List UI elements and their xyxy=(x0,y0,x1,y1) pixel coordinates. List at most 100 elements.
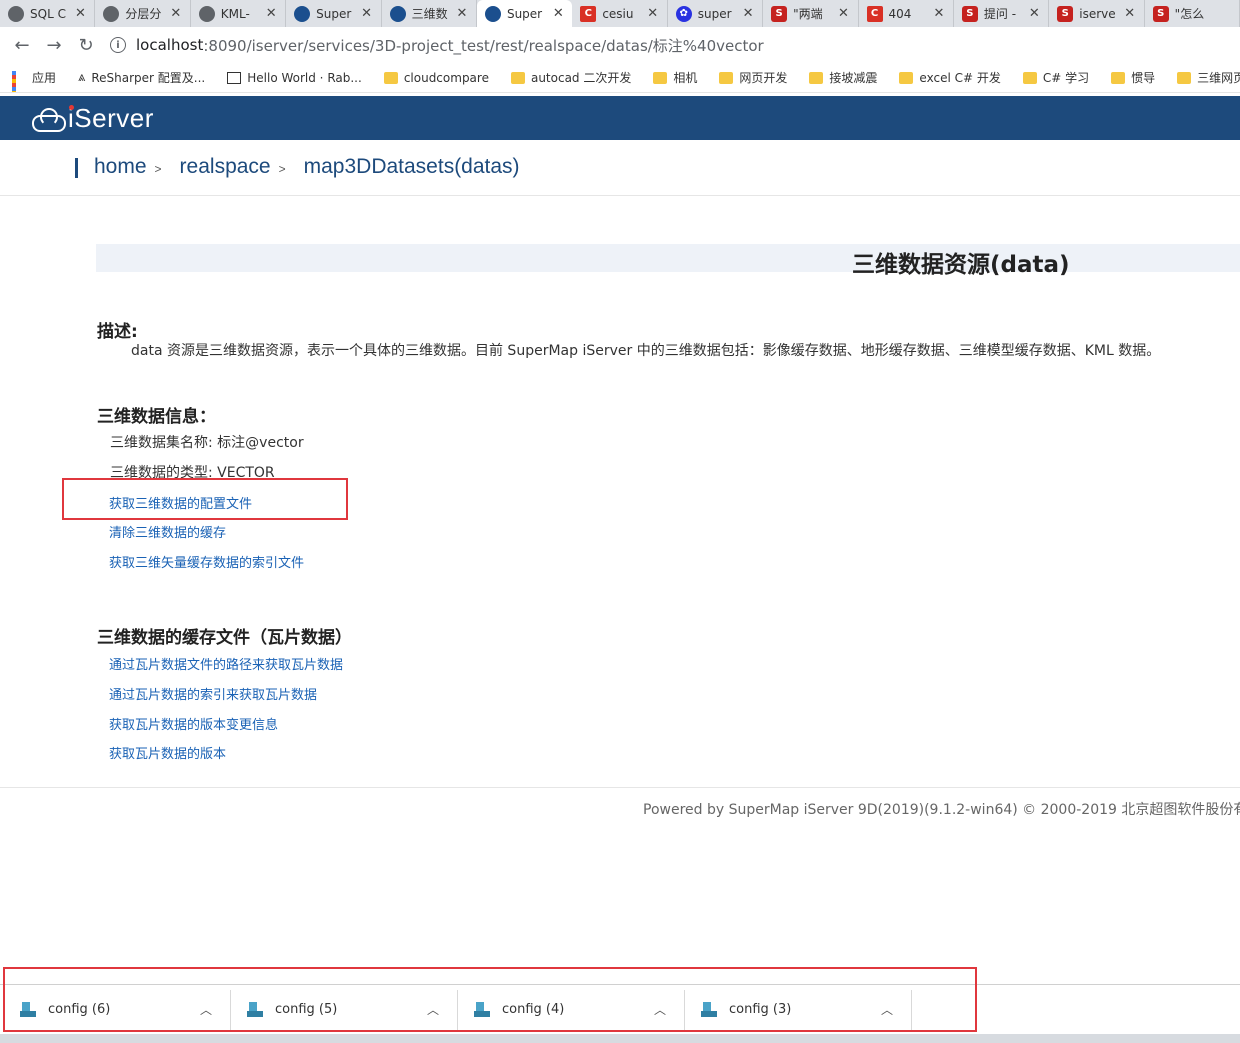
breadcrumb-marker xyxy=(75,158,78,178)
tab-title: "怎么 xyxy=(1174,7,1205,21)
browser-tab[interactable]: Siserve ✕ xyxy=(1049,0,1145,27)
folder-icon xyxy=(383,71,398,84)
reload-button[interactable]: ↻ xyxy=(70,29,102,61)
browser-tab[interactable]: C 404 ✕ xyxy=(859,0,954,27)
iserver-favicon-icon xyxy=(484,5,501,22)
browser-tab[interactable]: S "两端 ✕ xyxy=(763,0,859,27)
folder-icon xyxy=(899,71,914,84)
browser-tab[interactable]: SQL C ✕ xyxy=(0,0,96,27)
tile-by-path-link[interactable]: 通过瓦片数据文件的路径来获取瓦片数据 xyxy=(109,654,343,673)
reload-icon: ↻ xyxy=(78,34,94,56)
iserver-favicon-icon xyxy=(294,5,311,22)
bookmark-folder[interactable]: 惯导 xyxy=(1111,69,1155,86)
bookmark-folder[interactable]: 相机 xyxy=(653,69,697,86)
book-icon xyxy=(227,71,242,84)
resharper-icon: ⩓ xyxy=(78,70,86,85)
globe-icon xyxy=(103,5,120,22)
browser-toolbar: ← → ↻ i localhost:8090/iserver/services/… xyxy=(0,27,1240,63)
bookmark-label: 惯导 xyxy=(1131,71,1156,85)
browser-tab[interactable]: Ccesiu ✕ xyxy=(572,0,668,27)
browser-tab[interactable]: Super ✕ xyxy=(286,0,382,27)
tab-title: KML- xyxy=(220,6,250,21)
bookmark-label: ReSharper 配置及... xyxy=(91,71,206,85)
bookmark-folder[interactable]: 网页开发 xyxy=(719,69,787,86)
back-button[interactable]: ← xyxy=(6,29,38,61)
bookmark-folder[interactable]: autocad 二次开发 xyxy=(510,69,631,86)
breadcrumb-home[interactable]: home xyxy=(94,155,147,179)
breadcrumb: home > realspace > map3DDatasets(datas) xyxy=(94,155,520,179)
tile-by-index-link[interactable]: 通过瓦片数据的索引来获取瓦片数据 xyxy=(109,684,317,703)
bookmark-folder[interactable]: excel C# 开发 xyxy=(899,69,1001,86)
get-index-file-link[interactable]: 获取三维矢量缓存数据的索引文件 xyxy=(109,552,304,571)
clear-cache-link[interactable]: 清除三维数据的缓存 xyxy=(109,522,226,541)
bookmark-label: 三维网页 xyxy=(1197,71,1240,85)
highlight-annotation-box xyxy=(62,478,348,520)
breadcrumb-separator: > xyxy=(278,162,286,176)
close-icon[interactable]: ✕ xyxy=(1026,6,1042,21)
forward-button[interactable]: → xyxy=(38,29,70,61)
info-icon[interactable]: i xyxy=(110,37,126,53)
bookmark-apps[interactable]: 应用 xyxy=(12,69,57,92)
close-icon[interactable]: ✕ xyxy=(1122,6,1138,21)
cache-heading: 三维数据的缓存文件（瓦片数据） xyxy=(97,628,352,648)
close-icon[interactable]: ✕ xyxy=(454,6,470,21)
close-icon[interactable]: ✕ xyxy=(836,6,852,21)
close-icon[interactable]: ✕ xyxy=(359,6,375,21)
os-taskbar xyxy=(0,1034,1240,1043)
tab-title: Super xyxy=(506,6,543,21)
browser-tab-active[interactable]: Super ✕ xyxy=(476,0,573,27)
cloud-logo-icon xyxy=(30,107,66,132)
iserver-header: iServer xyxy=(0,96,1240,140)
bookmark-folder[interactable]: cloudcompare xyxy=(383,71,489,85)
s-favicon-icon: S xyxy=(1057,5,1074,22)
bookmark-label: 相机 xyxy=(673,71,698,85)
bookmark-label: 应用 xyxy=(32,71,57,85)
globe-icon xyxy=(198,5,215,22)
folder-icon xyxy=(510,71,525,84)
highlight-annotation-box xyxy=(3,967,977,1032)
close-icon[interactable]: ✕ xyxy=(72,6,88,21)
tab-title: cesiu xyxy=(602,6,634,21)
browser-tab[interactable]: S "怎么 xyxy=(1145,0,1240,27)
tile-version-link[interactable]: 获取瓦片数据的版本 xyxy=(109,743,226,762)
close-icon[interactable]: ✕ xyxy=(263,6,279,21)
s-favicon-icon: S xyxy=(771,5,788,22)
csdn-favicon-icon: C xyxy=(580,5,597,22)
tile-version-changes-link[interactable]: 获取瓦片数据的版本变更信息 xyxy=(109,714,278,733)
close-icon[interactable]: ✕ xyxy=(931,6,947,21)
bookmark-folder[interactable]: C# 学习 xyxy=(1022,69,1089,86)
browser-tab-strip: SQL C ✕ 分层分 ✕ KML- ✕ Super ✕ 三维数 ✕ Super ✕ Cce… xyxy=(0,0,1240,27)
browser-tab[interactable]: ✿ super ✕ xyxy=(668,0,764,27)
close-icon[interactable]: ✕ xyxy=(740,6,756,21)
folder-icon xyxy=(719,71,734,84)
browser-tab[interactable]: KML- ✕ xyxy=(191,0,287,27)
folder-icon xyxy=(1177,71,1192,84)
browser-tab[interactable]: 分层分 ✕ xyxy=(95,0,191,27)
browser-tab[interactable]: S 提问 - ✕ xyxy=(954,0,1050,27)
breadcrumb-realspace[interactable]: realspace xyxy=(180,155,271,179)
bookmark-resharper[interactable]: ⩓ ReSharper 配置及... xyxy=(78,69,205,86)
browser-tab[interactable]: 三维数 ✕ xyxy=(382,0,477,27)
description-heading: 描述: xyxy=(97,322,138,342)
close-icon[interactable]: ✕ xyxy=(645,6,661,21)
tab-title: iserve xyxy=(1079,6,1116,21)
url-path: :8090/iserver/services/3D-project_test/r… xyxy=(203,36,764,55)
bookmark-folder[interactable]: 三维网页 xyxy=(1177,69,1240,86)
breadcrumb-bar: home > realspace > map3DDatasets(datas) xyxy=(0,140,1240,196)
breadcrumb-current[interactable]: map3DDatasets(datas) xyxy=(304,155,520,179)
bookmark-hello-world[interactable]: Hello World · Rab... xyxy=(227,71,362,85)
address-bar[interactable]: i localhost:8090/iserver/services/3D-pro… xyxy=(110,31,1240,59)
arrow-left-icon: ← xyxy=(14,34,30,56)
logo-rest: Server xyxy=(74,102,154,133)
bookmark-folder[interactable]: 接坡减震 xyxy=(809,69,877,86)
csdn-favicon-icon: C xyxy=(866,5,883,22)
close-icon[interactable]: ✕ xyxy=(550,6,566,21)
close-icon[interactable]: ✕ xyxy=(168,6,184,21)
dataset-name-line: 三维数据集名称: 标注@vector xyxy=(110,435,304,451)
bookmark-label: Hello World · Rab... xyxy=(247,70,362,85)
iserver-logo[interactable]: iServer xyxy=(68,103,154,134)
url-host: localhost xyxy=(136,36,204,54)
breadcrumb-separator: > xyxy=(154,162,162,176)
logo-prefix: i xyxy=(68,102,75,133)
tab-title: 分层分 xyxy=(125,7,162,21)
